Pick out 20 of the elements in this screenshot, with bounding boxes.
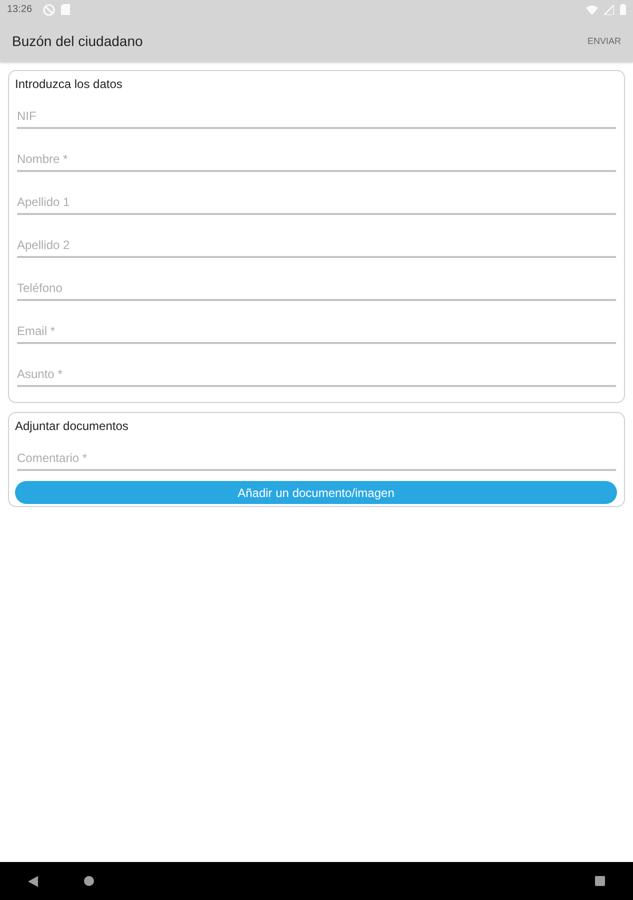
input-field[interactable]: Teléfono bbox=[17, 279, 616, 301]
battery-icon bbox=[620, 4, 626, 15]
section-title: Adjuntar documentos bbox=[15, 418, 130, 434]
input-field[interactable]: Comentario * bbox=[17, 449, 616, 471]
screen-title: Buzón del ciudadano bbox=[12, 32, 144, 48]
input-field[interactable]: Apellido 1 bbox=[17, 193, 616, 215]
add-document-button[interactable]: Añadir un documento/imagen bbox=[15, 481, 617, 504]
wifi-icon bbox=[586, 4, 598, 14]
input-field[interactable]: NIF bbox=[17, 107, 616, 129]
section-title: Introduzca los datos bbox=[15, 76, 124, 92]
sd-card-icon bbox=[61, 4, 70, 15]
input-field[interactable]: Asunto * bbox=[17, 365, 616, 387]
input-field[interactable]: Apellido 2 bbox=[17, 236, 616, 258]
home-icon[interactable] bbox=[84, 876, 94, 886]
status-time: 13:26 bbox=[7, 4, 32, 15]
input-field[interactable]: Email * bbox=[17, 322, 616, 344]
input-field[interactable]: Nombre * bbox=[17, 150, 616, 172]
blocked-circle-icon bbox=[43, 4, 56, 16]
signal-icon bbox=[604, 4, 614, 14]
back-icon[interactable] bbox=[28, 876, 38, 886]
